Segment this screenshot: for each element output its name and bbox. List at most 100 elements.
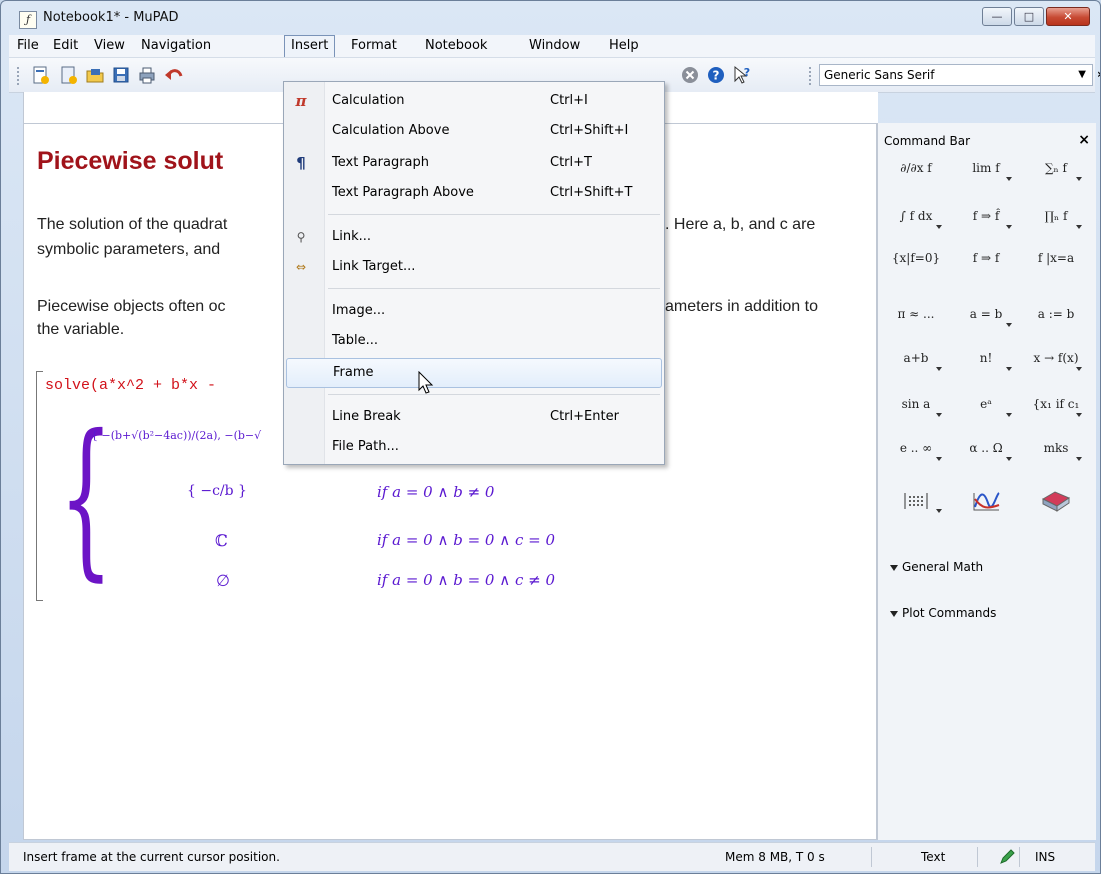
menu-format[interactable]: Format bbox=[345, 35, 403, 57]
sum-button[interactable]: ∑ₙ f bbox=[1024, 153, 1088, 185]
pencil-icon[interactable] bbox=[999, 849, 1015, 865]
arithmetic-button[interactable]: a+b bbox=[884, 343, 948, 375]
help-icon[interactable]: ? bbox=[706, 65, 726, 85]
document-heading[interactable]: Piecewise solut bbox=[37, 147, 223, 176]
menu-item-calculation[interactable]: π Calculation Ctrl+I bbox=[286, 86, 662, 116]
solve-button[interactable]: {x|f=0} bbox=[884, 243, 948, 275]
menu-item-shortcut: Ctrl+Shift+I bbox=[550, 123, 629, 138]
save-icon[interactable] bbox=[111, 65, 131, 85]
menu-item-file-path[interactable]: File Path... bbox=[286, 432, 662, 462]
paragraph-2-line-1-right[interactable]: ameters in addition to bbox=[665, 298, 818, 316]
font-select[interactable]: Generic Sans Serif ▼ bbox=[819, 64, 1093, 86]
menu-item-link-target[interactable]: ⇔ Link Target... bbox=[286, 252, 662, 282]
product-button[interactable]: ∏ₙ f bbox=[1024, 201, 1088, 233]
menu-help[interactable]: Help bbox=[603, 35, 645, 57]
result-row-4-value: ∅ bbox=[216, 571, 230, 590]
assign-button[interactable]: a := b bbox=[1024, 299, 1088, 331]
paragraph-1-line-1-right[interactable]: . Here a, b, and c are bbox=[665, 216, 815, 234]
toolbar-overflow-button[interactable]: » bbox=[1097, 67, 1100, 81]
greek-letters-button[interactable]: α .. Ω bbox=[954, 433, 1018, 465]
undo-icon[interactable] bbox=[163, 65, 183, 85]
chevron-down-icon bbox=[936, 413, 942, 417]
assign-label: a := b bbox=[1037, 307, 1075, 321]
menu-item-link[interactable]: ⚲ Link... bbox=[286, 222, 662, 252]
print-icon[interactable] bbox=[137, 65, 157, 85]
menu-window[interactable]: Window bbox=[523, 35, 586, 57]
paragraph-1-line-1-left[interactable]: The solution of the quadrat bbox=[37, 216, 227, 234]
chevron-down-icon bbox=[1076, 367, 1082, 371]
menu-item-label: File Path... bbox=[332, 439, 399, 454]
menu-item-text-paragraph-above[interactable]: Text Paragraph Above Ctrl+Shift+T bbox=[286, 178, 662, 208]
toolbar-grip[interactable] bbox=[17, 67, 22, 85]
trig-label: sin a bbox=[901, 397, 931, 411]
plot-commands-section[interactable]: Plot Commands bbox=[890, 606, 996, 620]
solve-label: {x|f=0} bbox=[891, 251, 941, 265]
triangle-down-icon bbox=[890, 564, 898, 571]
factorial-button[interactable]: n! bbox=[954, 343, 1018, 375]
insert-menu: π Calculation Ctrl+I Calculation Above C… bbox=[283, 81, 665, 465]
integral-button[interactable]: ∫ f dx bbox=[884, 201, 948, 233]
approximate-button[interactable]: π ≈ ... bbox=[884, 299, 948, 331]
new-notebook-icon[interactable] bbox=[31, 65, 51, 85]
menu-view[interactable]: View bbox=[88, 35, 131, 57]
menu-item-label: Text Paragraph bbox=[332, 155, 430, 170]
paragraph-2-line-1-left[interactable]: Piecewise objects often oc bbox=[37, 298, 226, 316]
plot-3d-button[interactable] bbox=[1024, 485, 1088, 517]
close-button[interactable]: ✕ bbox=[1046, 7, 1090, 26]
evaluate-at-button[interactable]: f |x=a bbox=[1024, 243, 1088, 275]
chevron-down-icon bbox=[1006, 323, 1012, 327]
arithmetic-label: a+b bbox=[903, 351, 929, 365]
menu-item-shortcut: Ctrl+Shift+T bbox=[550, 185, 633, 200]
mouse-cursor-icon bbox=[418, 371, 434, 394]
transform-button[interactable]: f ⇒ f̂ bbox=[954, 201, 1018, 233]
limit-button[interactable]: lim f bbox=[954, 153, 1018, 185]
plot-2d-button[interactable] bbox=[954, 485, 1018, 517]
menu-edit[interactable]: Edit bbox=[47, 35, 84, 57]
menu-item-line-break[interactable]: Line Break Ctrl+Enter bbox=[286, 402, 662, 432]
menu-insert[interactable]: Insert bbox=[284, 35, 336, 57]
function-label: x → f(x) bbox=[1033, 351, 1079, 365]
sum-label: ∑ₙ f bbox=[1044, 161, 1067, 175]
menu-item-text-paragraph[interactable]: ¶ Text Paragraph Ctrl+T bbox=[286, 148, 662, 178]
menu-item-label: Image... bbox=[332, 303, 386, 318]
constants-button[interactable]: e .. ∞ bbox=[884, 433, 948, 465]
calculation-bracket[interactable] bbox=[36, 371, 43, 601]
equation-button[interactable]: a = b bbox=[954, 299, 1018, 331]
plot-3d-icon bbox=[1041, 490, 1071, 512]
menu-item-table[interactable]: Table... bbox=[286, 326, 662, 356]
menu-item-calculation-above[interactable]: Calculation Above Ctrl+Shift+I bbox=[286, 116, 662, 146]
units-button[interactable]: mks bbox=[1024, 433, 1088, 465]
menu-separator bbox=[328, 394, 660, 395]
limit-label: lim f bbox=[972, 161, 1000, 175]
menu-notebook[interactable]: Notebook bbox=[419, 35, 493, 57]
command-bar-close-button[interactable]: × bbox=[1078, 132, 1090, 148]
open-icon[interactable] bbox=[85, 65, 105, 85]
trig-button[interactable]: sin a bbox=[884, 389, 948, 421]
paragraph-2-line-2[interactable]: the variable. bbox=[37, 321, 124, 339]
menu-item-image[interactable]: Image... bbox=[286, 296, 662, 326]
triangle-down-icon bbox=[890, 610, 898, 617]
general-math-label: General Math bbox=[902, 560, 984, 574]
menu-item-label: Calculation Above bbox=[332, 123, 450, 138]
matrix-button[interactable] bbox=[884, 485, 948, 517]
toolbar-grip-2[interactable] bbox=[809, 67, 814, 85]
general-math-section[interactable]: General Math bbox=[890, 560, 983, 574]
maximize-button[interactable]: □ bbox=[1014, 7, 1044, 26]
exponential-button[interactable]: eᵃ bbox=[954, 389, 1018, 421]
menu-navigation[interactable]: Navigation bbox=[135, 35, 217, 57]
context-help-icon[interactable]: ? bbox=[732, 65, 752, 85]
calculation-input[interactable]: solve(a*x^2 + b*x - bbox=[45, 377, 216, 394]
simplify-button[interactable]: f ⇒ f bbox=[954, 243, 1018, 275]
piecewise-button[interactable]: {x₁ if c₁ bbox=[1024, 389, 1088, 421]
chevron-down-icon bbox=[1006, 457, 1012, 461]
menu-file[interactable]: File bbox=[11, 35, 45, 57]
status-message: Insert frame at the current cursor posit… bbox=[23, 850, 280, 864]
function-button[interactable]: x → f(x) bbox=[1024, 343, 1088, 375]
derivative-button[interactable]: ∂/∂x f bbox=[884, 153, 948, 185]
new-from-template-icon[interactable] bbox=[59, 65, 79, 85]
menu-item-frame[interactable]: Frame bbox=[286, 358, 662, 388]
stop-icon[interactable] bbox=[680, 65, 700, 85]
minimize-button[interactable]: — bbox=[982, 7, 1012, 26]
paragraph-1-line-2[interactable]: symbolic parameters, and bbox=[37, 241, 220, 259]
menu-item-label: Line Break bbox=[332, 409, 401, 424]
